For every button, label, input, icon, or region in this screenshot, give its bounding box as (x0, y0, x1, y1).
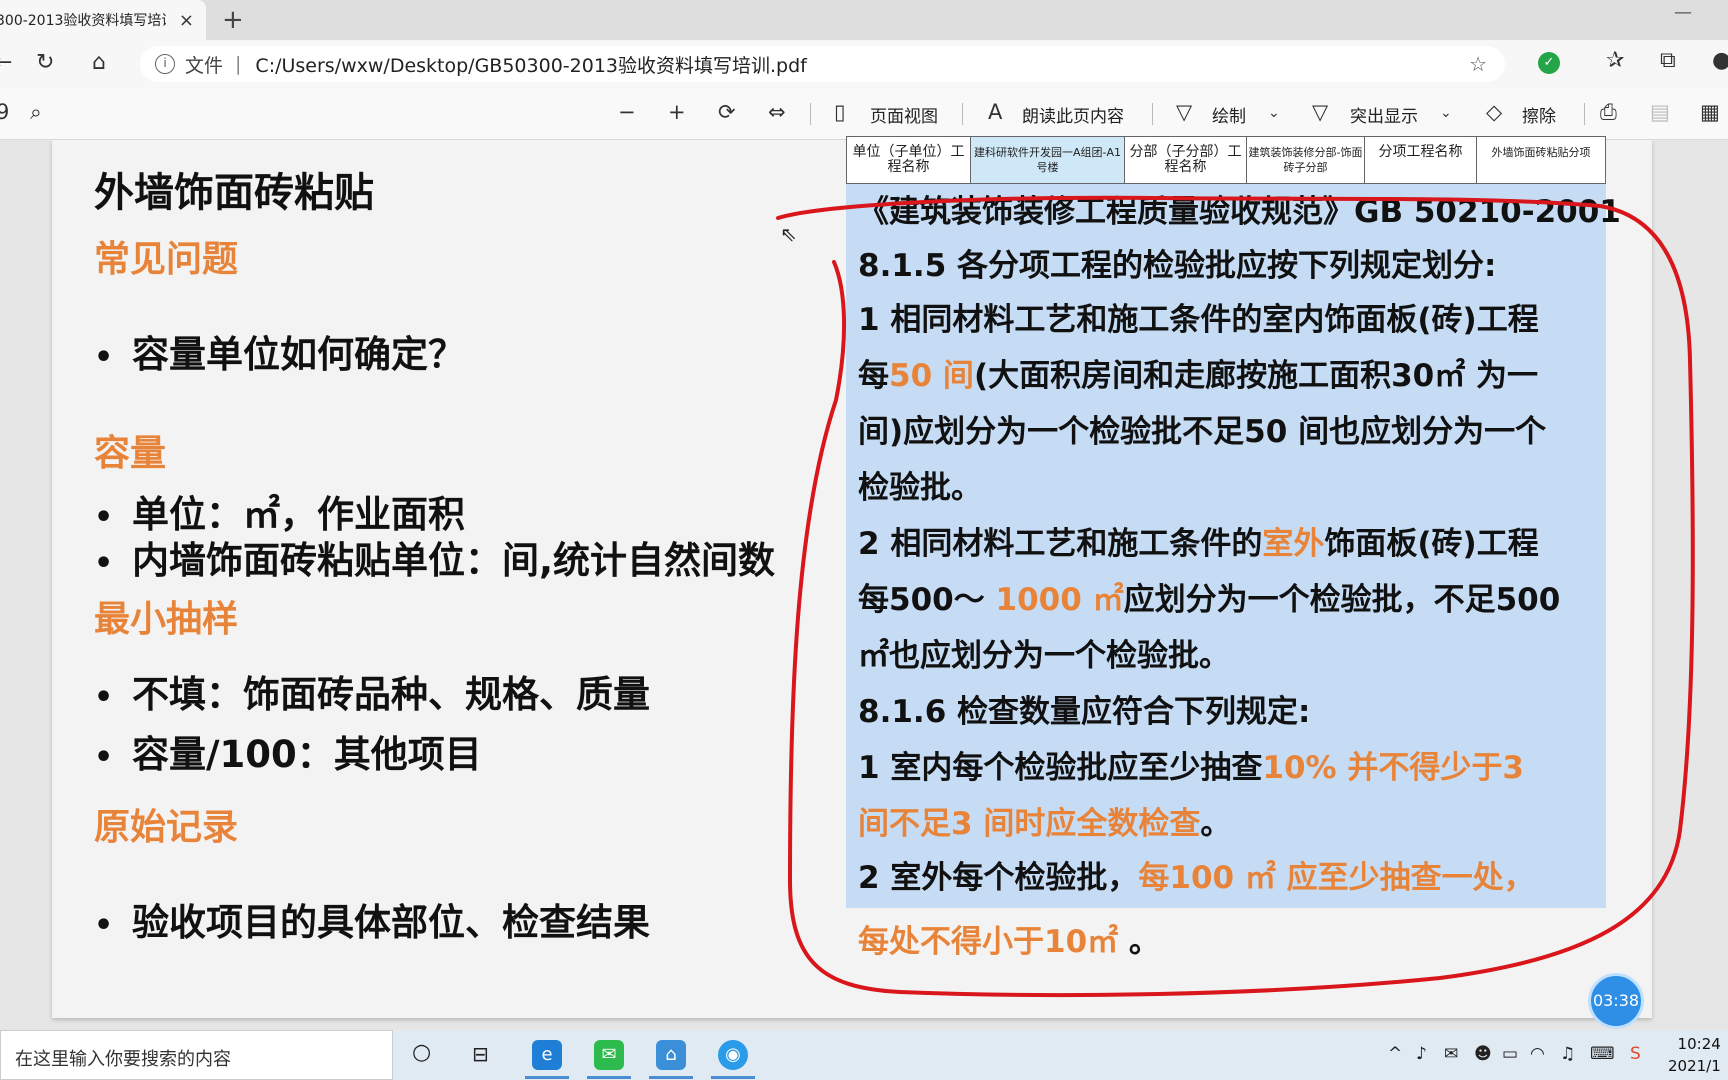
active-indicator (711, 1076, 755, 1079)
mouse-cursor-icon: ⇖ (780, 222, 797, 246)
edge-icon[interactable]: e (532, 1040, 562, 1070)
clock-date: 2021/1 (1668, 1057, 1721, 1075)
recording-timer[interactable]: 03:38 (1588, 973, 1644, 1029)
qq-icon[interactable]: ☻ (1474, 1044, 1492, 1064)
system-clock[interactable]: 10:24 2021/1 (1668, 1033, 1721, 1077)
wechat-icon[interactable]: ✉ (594, 1040, 624, 1070)
task-view-icon[interactable]: ⊟ (472, 1042, 489, 1066)
ime-icon[interactable]: ⌨ (1590, 1044, 1615, 1064)
volume-icon[interactable]: ♫ (1560, 1044, 1575, 1064)
recorder-icon[interactable]: ◉ (718, 1040, 748, 1070)
clock-time: 10:24 (1677, 1035, 1721, 1053)
app-icon[interactable]: ⌂ (656, 1040, 686, 1070)
taskbar: 在这里输入你要搜索的内容 ○ ⊟ e ✉ ⌂ ◉ ^ ♪ ✉ ☻ ▭ ◠ ♫ ⌨… (0, 1030, 1728, 1080)
sogou-icon[interactable]: S (1630, 1044, 1641, 1064)
red-ink-annotation (776, 195, 1695, 998)
wechat-tray-icon[interactable]: ✉ (1444, 1044, 1458, 1064)
active-indicator (649, 1076, 693, 1079)
battery-icon[interactable]: ▭ (1502, 1044, 1518, 1064)
wifi-icon[interactable]: ◠ (1530, 1044, 1545, 1064)
microphone-icon[interactable]: ♪ (1416, 1044, 1427, 1064)
taskbar-search[interactable]: 在这里输入你要搜索的内容 (0, 1030, 393, 1080)
cortana-icon[interactable]: ○ (412, 1040, 431, 1065)
active-indicator (587, 1076, 631, 1079)
search-placeholder: 在这里输入你要搜索的内容 (15, 1049, 231, 1070)
active-indicator (525, 1076, 569, 1079)
chevron-up-icon[interactable]: ^ (1388, 1044, 1402, 1064)
